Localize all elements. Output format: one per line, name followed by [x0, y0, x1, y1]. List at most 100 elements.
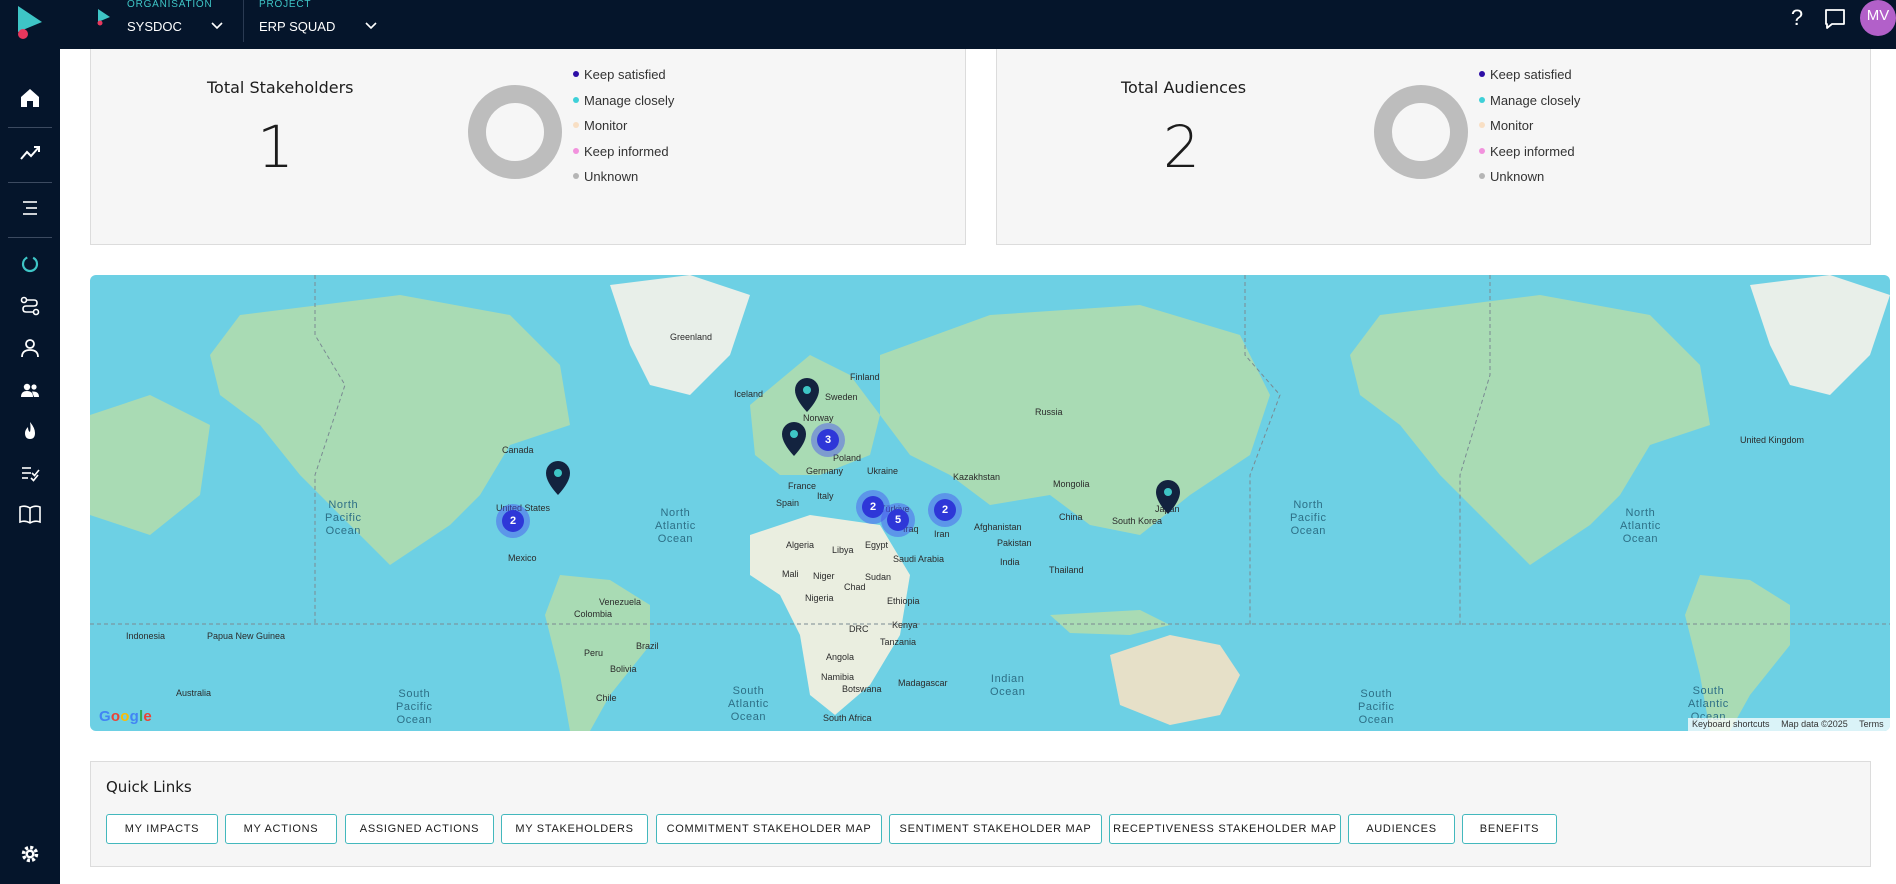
project-selector[interactable]: PROJECT ERP SQUAD	[259, 0, 389, 49]
keyboard-shortcuts-link[interactable]: Keyboard shortcuts	[1692, 719, 1770, 729]
nav-people-icon[interactable]	[14, 374, 46, 406]
legend-label: Monitor	[584, 118, 628, 133]
legend-item[interactable]: Monitor	[1479, 113, 1580, 139]
audiences-legend: Keep satisfied Manage closely Monitor Keep …	[1479, 62, 1580, 190]
legend-item[interactable]: Manage closely	[1479, 88, 1580, 114]
card-title: Total Stakeholders	[207, 78, 354, 97]
nav-checklist-icon[interactable]	[14, 457, 46, 489]
nav-trend-icon[interactable]	[14, 137, 46, 169]
nav-settings-icon[interactable]	[14, 838, 46, 870]
quick-links-title: Quick Links	[106, 778, 192, 796]
legend-item[interactable]: Manage closely	[573, 88, 674, 114]
map-country-label: Iran	[934, 529, 950, 539]
map-country-label: DRC	[849, 624, 869, 634]
benefits-button[interactable]: BENEFITS	[1462, 814, 1557, 844]
legend-item[interactable]: Keep informed	[1479, 139, 1580, 165]
user-avatar[interactable]: MV	[1860, 0, 1896, 36]
commitment-stakeholder-map-button[interactable]: COMMITMENT STAKEHOLDER MAP	[656, 814, 882, 844]
terms-link[interactable]: Terms	[1859, 719, 1884, 729]
map-country-label: Madagascar	[898, 678, 948, 688]
chevron-down-icon[interactable]	[209, 18, 225, 34]
map-country-label: Afghanistan	[974, 522, 1022, 532]
chat-icon[interactable]	[1822, 6, 1848, 32]
chevron-down-icon[interactable]	[363, 18, 379, 34]
card-title: Total Audiences	[1121, 78, 1247, 97]
sidebar-divider	[8, 237, 52, 238]
map-country-label: Colombia	[574, 609, 613, 619]
map-cluster-marker[interactable]: 2	[928, 493, 962, 527]
stakeholders-legend: Keep satisfied Manage closely Monitor Keep …	[573, 62, 674, 190]
map-country-label: Tanzania	[880, 637, 917, 647]
legend-label: Manage closely	[1490, 92, 1581, 108]
map-country-label: Russia	[1035, 407, 1063, 417]
app-logo[interactable]	[14, 4, 46, 40]
map-cluster-marker[interactable]: 5	[881, 503, 915, 537]
map-cluster-marker[interactable]: 3	[811, 423, 845, 457]
map-pin-icon[interactable]	[1153, 479, 1183, 515]
receptiveness-stakeholder-map-button[interactable]: RECEPTIVENESS STAKEHOLDER MAP	[1109, 814, 1341, 844]
map-country-label: Libya	[832, 545, 854, 555]
nav-list-icon[interactable]	[14, 192, 46, 224]
sentiment-stakeholder-map-button[interactable]: SENTIMENT STAKEHOLDER MAP	[889, 814, 1102, 844]
map-country-label: United Kingdom	[1740, 435, 1805, 445]
my-impacts-button[interactable]: MY IMPACTS	[106, 814, 218, 844]
map-country-label: Chile	[596, 693, 617, 703]
legend-label: Keep satisfied	[584, 67, 666, 82]
map-ocean-label: South Pacific Ocean	[1358, 688, 1395, 726]
legend-item[interactable]: Keep informed	[573, 139, 674, 165]
legend-item[interactable]: Keep satisfied	[573, 62, 674, 88]
map-country-label: Poland	[833, 453, 862, 463]
legend-label: Unknown	[584, 169, 639, 184]
map-country-label: Peru	[584, 648, 604, 658]
legend-item[interactable]: Keep satisfied	[1479, 62, 1580, 88]
map-country-label: France	[788, 481, 817, 491]
legend-dot-icon	[573, 147, 579, 154]
organisation-selector[interactable]: ORGANISATION SYSDOC	[96, 0, 244, 49]
organisation-caption: ORGANISATION	[127, 0, 213, 10]
sidebar	[0, 49, 60, 884]
map-pin-icon[interactable]	[779, 421, 809, 457]
organisation-value: SYSDOC	[127, 19, 182, 34]
nav-person-icon[interactable]	[14, 332, 46, 364]
google-logo: Google	[99, 708, 152, 725]
map-country-label: Greenland	[670, 332, 713, 342]
legend-label: Keep satisfied	[1490, 67, 1572, 82]
nav-home-icon[interactable]	[14, 82, 46, 114]
help-icon[interactable]: ?	[1784, 5, 1810, 31]
map-country-label: Nigeria	[805, 593, 834, 603]
nav-journey-icon[interactable]	[14, 290, 46, 322]
legend-dot-icon	[1479, 147, 1485, 154]
legend-dot-icon	[573, 96, 579, 103]
map-country-label: Kenya	[892, 620, 918, 630]
stakeholder-map[interactable]: Greenland Iceland Sweden Finland Norway …	[90, 275, 1890, 731]
legend-dot-icon	[573, 173, 579, 179]
legend-item[interactable]: Unknown	[1479, 164, 1580, 190]
nav-book-icon[interactable]	[14, 498, 46, 530]
map-country-label: China	[1059, 512, 1083, 522]
map-ocean-label: North Atlantic Ocean	[655, 507, 696, 545]
my-stakeholders-button[interactable]: MY STAKEHOLDERS	[501, 814, 648, 844]
legend-item[interactable]: Monitor	[573, 113, 674, 139]
map-country-label: Egypt	[865, 540, 889, 550]
legend-dot-icon	[573, 71, 579, 77]
assigned-actions-button[interactable]: ASSIGNED ACTIONS	[345, 814, 494, 844]
stakeholders-donut-chart[interactable]	[467, 84, 563, 180]
legend-label: Unknown	[1490, 169, 1545, 184]
legend-dot-icon	[1479, 173, 1485, 179]
map-country-label: Mali	[782, 569, 799, 579]
map-country-label: Mexico	[508, 553, 537, 563]
map-country-label: Venezuela	[599, 597, 642, 607]
map-pin-icon[interactable]	[792, 377, 822, 413]
audiences-donut-chart[interactable]	[1373, 84, 1469, 180]
nav-flame-icon[interactable]	[14, 415, 46, 447]
my-actions-button[interactable]: MY ACTIONS	[225, 814, 337, 844]
total-stakeholders-card: Total Stakeholders 1 Keep satisfied Manag…	[90, 49, 966, 245]
map-pin-icon[interactable]	[543, 460, 573, 496]
map-country-label: Algeria	[786, 540, 815, 550]
nav-impacts-icon[interactable]	[14, 248, 46, 280]
map-ocean-label: North Pacific Ocean	[1290, 499, 1327, 537]
map-cluster-marker[interactable]: 2	[496, 504, 530, 538]
legend-item[interactable]: Unknown	[573, 164, 674, 190]
audiences-button[interactable]: AUDIENCES	[1348, 814, 1455, 844]
sidebar-divider	[8, 127, 52, 128]
